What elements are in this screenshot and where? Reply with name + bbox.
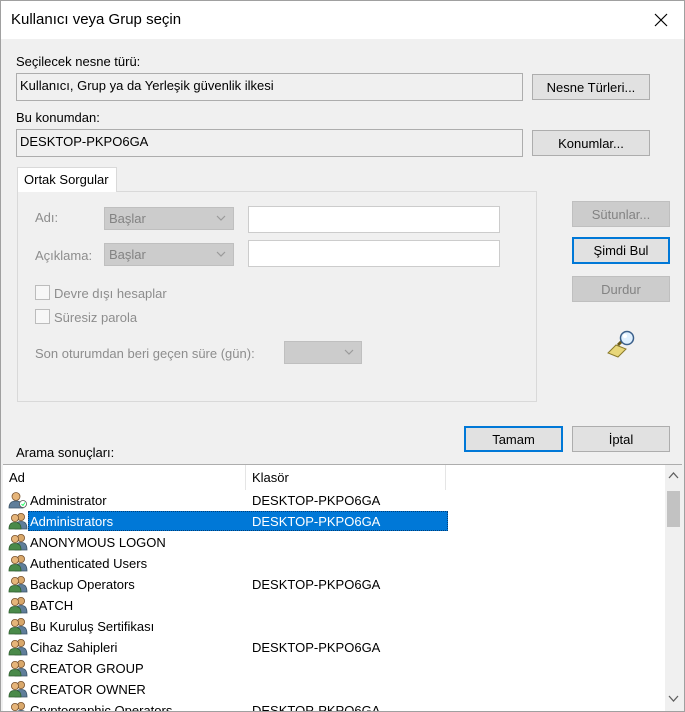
group-icon bbox=[8, 680, 28, 698]
row-name: Authenticated Users bbox=[30, 556, 148, 571]
table-row[interactable]: CREATOR GROUP bbox=[3, 658, 663, 679]
cancel-button[interactable]: İptal bbox=[572, 426, 670, 452]
chevron-down-icon bbox=[216, 251, 226, 257]
column-header-name[interactable]: Ad bbox=[3, 465, 246, 490]
scroll-down-icon[interactable] bbox=[668, 695, 679, 703]
title-bar: Kullanıcı veya Grup seçin bbox=[1, 1, 684, 39]
table-row[interactable]: CREATOR OWNER bbox=[3, 679, 663, 700]
table-row[interactable]: Backup Operators DESKTOP-PKPO6GA bbox=[3, 574, 663, 595]
row-name: BATCH bbox=[30, 598, 74, 613]
row-name: CREATOR GROUP bbox=[30, 661, 144, 676]
group-icon bbox=[8, 533, 28, 551]
chevron-down-icon bbox=[216, 215, 226, 221]
disabled-accounts-checkbox bbox=[35, 285, 50, 300]
table-row[interactable]: Authenticated Users bbox=[3, 553, 663, 574]
user-icon bbox=[8, 491, 28, 509]
description-input bbox=[248, 240, 500, 267]
locations-button[interactable]: Konumlar... bbox=[532, 130, 650, 156]
description-label: Açıklama: bbox=[35, 248, 93, 263]
scroll-thumb[interactable] bbox=[667, 491, 680, 527]
vertical-scrollbar[interactable] bbox=[665, 465, 682, 711]
group-icon bbox=[8, 659, 28, 677]
ok-button[interactable]: Tamam bbox=[464, 426, 563, 452]
row-folder: DESKTOP-PKPO6GA bbox=[252, 640, 381, 655]
close-icon bbox=[654, 13, 668, 27]
days-since-logon-combo bbox=[284, 341, 362, 364]
group-icon bbox=[8, 575, 28, 593]
table-row[interactable]: BATCH bbox=[3, 595, 663, 616]
chevron-down-icon bbox=[344, 349, 354, 355]
search-results-label: Arama sonuçları: bbox=[16, 445, 115, 460]
location-label: Bu konumdan: bbox=[16, 110, 100, 125]
select-users-or-groups-dialog: Kullanıcı veya Grup seçin Seçilecek nesn… bbox=[0, 0, 685, 712]
row-name: Cihaz Sahipleri bbox=[30, 640, 118, 655]
group-icon bbox=[8, 554, 28, 572]
search-results-list[interactable]: Ad Klasör Administrator DESKTOP-PKPO6GA Ad… bbox=[3, 464, 682, 712]
group-icon bbox=[8, 638, 28, 656]
row-name: CREATOR OWNER bbox=[30, 682, 146, 697]
non-expiring-password-label: Süresiz parola bbox=[54, 310, 138, 325]
group-icon bbox=[8, 596, 28, 614]
name-input bbox=[248, 206, 500, 233]
table-row[interactable]: Administrator DESKTOP-PKPO6GA bbox=[3, 490, 663, 511]
row-name: Administrator bbox=[30, 493, 107, 508]
table-row[interactable]: Cihaz Sahipleri DESKTOP-PKPO6GA bbox=[3, 637, 663, 658]
disabled-accounts-label: Devre dışı hesaplar bbox=[54, 286, 167, 301]
table-row[interactable]: Administrators DESKTOP-PKPO6GA bbox=[3, 511, 663, 532]
group-icon bbox=[8, 512, 28, 530]
group-icon bbox=[8, 701, 28, 711]
object-types-button[interactable]: Nesne Türleri... bbox=[532, 74, 650, 100]
find-now-button[interactable]: Şimdi Bul bbox=[572, 237, 670, 264]
close-button[interactable] bbox=[638, 1, 684, 39]
window-title: Kullanıcı veya Grup seçin bbox=[11, 11, 182, 28]
object-type-value: Kullanıcı, Grup ya da Yerleşik güvenlik … bbox=[16, 73, 523, 101]
search-magnifier-icon bbox=[607, 330, 635, 358]
row-name: Cryptographic Operators bbox=[30, 703, 173, 712]
stop-button: Durdur bbox=[572, 276, 670, 302]
column-header-folder[interactable]: Klasör bbox=[246, 465, 446, 490]
row-name: ANONYMOUS LOGON bbox=[30, 535, 166, 550]
row-name: Backup Operators bbox=[30, 577, 135, 592]
table-row[interactable]: Bu Kuruluş Sertifikası bbox=[3, 616, 663, 637]
row-folder: DESKTOP-PKPO6GA bbox=[252, 493, 381, 508]
row-folder: DESKTOP-PKPO6GA bbox=[252, 577, 381, 592]
row-folder: DESKTOP-PKPO6GA bbox=[252, 703, 381, 712]
group-icon bbox=[8, 617, 28, 635]
columns-button: Sütunlar... bbox=[572, 201, 670, 227]
name-label: Adı: bbox=[35, 210, 59, 225]
scroll-up-icon[interactable] bbox=[668, 471, 679, 479]
location-value: DESKTOP-PKPO6GA bbox=[16, 129, 523, 157]
row-name: Bu Kuruluş Sertifikası bbox=[30, 619, 155, 634]
table-row[interactable]: ANONYMOUS LOGON bbox=[3, 532, 663, 553]
days-since-logon-label: Son oturumdan beri geçen süre (gün): bbox=[35, 346, 255, 361]
object-type-label: Seçilecek nesne türü: bbox=[16, 54, 141, 69]
description-condition-combo: Başlar bbox=[104, 243, 234, 266]
name-condition-value: Başlar bbox=[109, 211, 146, 226]
row-folder: DESKTOP-PKPO6GA bbox=[252, 514, 381, 529]
name-condition-combo: Başlar bbox=[104, 207, 234, 230]
table-row[interactable]: Cryptographic Operators DESKTOP-PKPO6GA bbox=[3, 700, 663, 712]
description-condition-value: Başlar bbox=[109, 247, 146, 262]
non-expiring-password-checkbox bbox=[35, 309, 50, 324]
row-name: Administrators bbox=[30, 514, 114, 529]
tab-common-queries[interactable]: Ortak Sorgular bbox=[17, 167, 117, 192]
